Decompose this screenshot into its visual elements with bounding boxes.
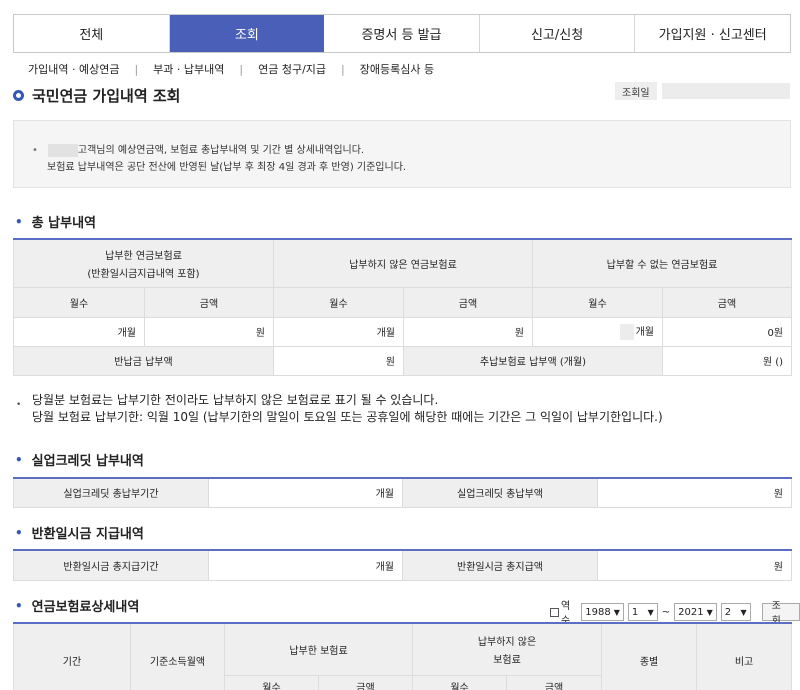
cannot-amount-value: 0원 [662, 316, 792, 347]
tab-all[interactable]: 전체 [14, 15, 170, 52]
chevron-down-icon: ▼ [706, 607, 713, 617]
refund-period-value: 개월 [208, 549, 403, 581]
header-months: 월수 [13, 286, 145, 318]
from-month-select[interactable]: 1 ▼ [627, 603, 658, 621]
header-unpaid-premium: 납부하지 않은 보험료 [412, 622, 603, 676]
subnav-separator: | [134, 62, 139, 76]
to-month-select[interactable]: 2 ▼ [720, 603, 751, 621]
header-months: 월수 [273, 286, 404, 318]
range-separator: ~ [661, 606, 671, 618]
remark-line-2: 당월 보험료 납부기한: 익월 10일 (납부기한의 말일이 토요일 또는 공휴… [32, 410, 663, 424]
header-amount: 금액 [506, 674, 603, 690]
bullet-icon: • [32, 145, 38, 156]
header-paid-premium: 납부한 보험료 [223, 622, 414, 676]
notice-line-2: 보험료 납부내역은 공단 전산에 반영된 날(납부 후 최장 4일 경과 후 반… [47, 162, 407, 173]
refund-amount-value: 원 [597, 549, 792, 581]
header-amount: 금액 [662, 286, 792, 318]
tab-certificate[interactable]: 증명서 등 발급 [324, 15, 480, 52]
cannot-months-value: 개월 [532, 316, 663, 347]
unemployment-amount-value: 원 [597, 477, 792, 508]
reverse-order-checkbox[interactable] [550, 607, 559, 617]
section-bullet-icon: • [15, 214, 23, 229]
section-detail: • 연금보험료상세내역 [15, 596, 140, 616]
refund-payment-value: 원 [273, 345, 404, 376]
header-amount: 금액 [144, 286, 274, 318]
from-year-select[interactable]: 1988 ▼ [581, 603, 624, 621]
subnav-payment[interactable]: 부과 · 납부내역 [153, 61, 224, 77]
chevron-down-icon: ▼ [740, 607, 747, 617]
section-title: 실업크레딧 납부내역 [31, 454, 144, 469]
remarks: • 당월분 보험료는 납부기한 전이라도 납부하지 않은 보험료로 표기 될 수… [13, 392, 663, 426]
sub-navigation: 가입내역 · 예상연금 | 부과 · 납부내역 | 연금 청구/지급 | 장애등… [28, 61, 434, 77]
refund-period-label: 반환일시금 총지급기간 [13, 549, 209, 581]
subnav-separator: | [341, 62, 345, 76]
redacted-name [47, 143, 78, 157]
header-note: 비고 [696, 622, 793, 690]
header-base-income: 기준소득월액 [130, 622, 225, 690]
section-bullet-icon: • [15, 452, 23, 467]
refund-amount-label: 반환일시금 총지급액 [402, 549, 598, 581]
header-amount: 금액 [403, 286, 533, 318]
bullet-icon: • [16, 400, 22, 410]
chevron-down-icon: ▼ [613, 607, 620, 617]
redacted-date [662, 83, 790, 99]
subnav-separator: | [239, 62, 244, 76]
notice-box: • 고객님의 예상연금액, 보험료 총납부내역 및 기간 별 상세내역입니다. 보… [13, 120, 791, 188]
to-year-select[interactable]: 2021 ▼ [674, 603, 717, 621]
unemployment-credit-table: 실업크레딧 총납부기간 개월 실업크레딧 총납부액 원 [13, 477, 792, 508]
page-title: 국민연금 가입내역 조회 [32, 87, 181, 105]
tab-lookup[interactable]: 조회 [169, 15, 325, 52]
unemployment-amount-label: 실업크레딧 총납부액 [402, 477, 598, 508]
subnav-enrollment[interactable]: 가입내역 · 예상연금 [28, 61, 119, 77]
chevron-down-icon: ▼ [647, 607, 654, 617]
refund-lump-sum-table: 반환일시금 총지급기간 개월 반환일시금 총지급액 원 [13, 549, 792, 581]
header-period: 기간 [13, 622, 131, 690]
section-unemployment-credit: • 실업크레딧 납부내역 [15, 450, 144, 470]
top-tab-bar: 전체 조회 증명서 등 발급 신고/신청 가입지원 · 신고센터 [13, 14, 791, 53]
notice-line-1: 고객님의 예상연금액, 보험료 총납부내역 및 기간 별 상세내역입니다. [77, 145, 365, 156]
unemployment-period-value: 개월 [208, 477, 403, 508]
extra-payment-label: 추납보험료 납부액 (개월) [403, 345, 663, 376]
lookup-date-label: 조회일 [615, 82, 657, 100]
tab-support-center[interactable]: 가입지원 · 신고센터 [635, 15, 790, 52]
header-cannot-pay: 납부할 수 없는 연금보험료 [532, 238, 792, 288]
remark-line-1: 당월분 보험료는 납부기한 전이라도 납부하지 않은 보험료로 표기 될 수 있… [32, 393, 439, 407]
unpaid-amount-value: 원 [403, 316, 533, 347]
header-paid: 납부한 연금보험료 (반환일시금지급내역 포함) [13, 238, 274, 288]
paid-months-value: 개월 [13, 316, 145, 347]
header-months: 월수 [532, 286, 663, 318]
header-type: 종별 [601, 622, 698, 690]
header-months: 월수 [412, 674, 508, 690]
total-payment-table: 납부한 연금보험료 (반환일시금지급내역 포함) 납부하지 않은 연금보험료 납… [13, 238, 792, 376]
section-total-payment: • 총 납부내역 [15, 212, 96, 232]
lookup-button[interactable]: 조회 [761, 601, 800, 627]
unemployment-period-label: 실업크레딧 총납부기간 [13, 477, 209, 508]
subnav-disability[interactable]: 장애등록심사 등 [360, 61, 434, 77]
tab-report[interactable]: 신고/신청 [479, 15, 636, 52]
refund-payment-label: 반납금 납부액 [13, 345, 274, 376]
title-bullet-icon [13, 90, 24, 101]
unpaid-months-value: 개월 [273, 316, 404, 347]
subnav-pension-claim[interactable]: 연금 청구/지급 [258, 61, 326, 77]
section-title: 반환일시금 지급내역 [31, 527, 144, 542]
section-title: 총 납부내역 [31, 216, 96, 231]
header-months: 월수 [224, 674, 319, 690]
section-bullet-icon: • [15, 598, 23, 613]
section-refund-lump-sum: • 반환일시금 지급내역 [15, 523, 144, 543]
header-amount: 금액 [317, 674, 414, 690]
page-title-row: 국민연금 가입내역 조회 [13, 85, 180, 106]
redacted-value [619, 324, 634, 340]
header-unpaid: 납부하지 않은 연금보험료 [273, 238, 533, 288]
extra-payment-value: 원 () [662, 345, 792, 376]
section-bullet-icon: • [15, 525, 23, 540]
detail-table: 기간 기준소득월액 납부한 보험료 납부하지 않은 보험료 종별 비고 월수 금… [13, 622, 793, 690]
section-title: 연금보험료상세내역 [31, 600, 140, 615]
paid-amount-value: 원 [144, 316, 274, 347]
